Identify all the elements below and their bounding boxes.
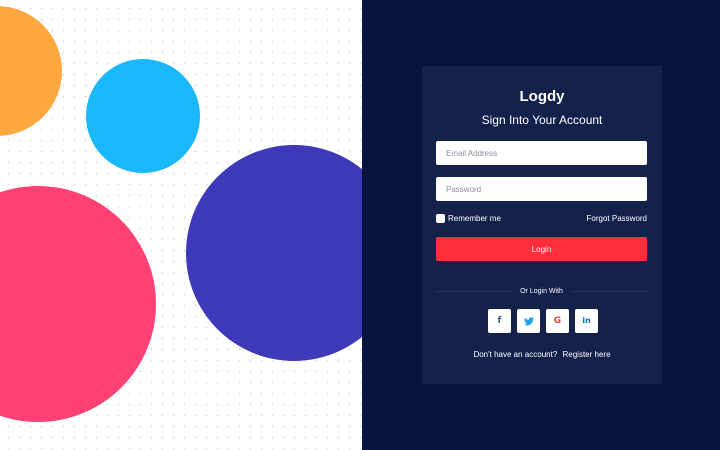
- register-prompt: Don't have an account?: [473, 350, 558, 359]
- divider-line-right: [571, 290, 648, 292]
- social-login-group: f G in: [488, 309, 598, 333]
- cyan-circle: [86, 59, 200, 173]
- register-row: Don't have an account? Register here: [422, 350, 662, 359]
- google-icon: G: [553, 315, 562, 326]
- email-field[interactable]: [436, 141, 647, 165]
- orange-circle: [0, 6, 62, 136]
- forgot-password-link[interactable]: Forgot Password: [587, 214, 647, 223]
- remember-me-label: Remember me: [448, 214, 501, 223]
- facebook-icon: f: [497, 315, 502, 326]
- divider-line-left: [436, 290, 512, 292]
- google-login-button[interactable]: G: [546, 309, 569, 333]
- twitter-icon: [523, 316, 534, 325]
- decorative-panel: [0, 0, 362, 450]
- remember-me-toggle[interactable]: Remember me: [436, 213, 501, 224]
- divider-text: Or Login With: [520, 287, 563, 295]
- password-field[interactable]: [436, 177, 647, 201]
- register-link[interactable]: Register here: [563, 350, 611, 359]
- facebook-login-button[interactable]: f: [488, 309, 511, 333]
- indigo-circle: [186, 145, 362, 361]
- brand-name: Logdy: [519, 88, 565, 105]
- remember-me-checkbox[interactable]: [436, 214, 445, 223]
- login-button[interactable]: Login: [436, 237, 647, 261]
- social-divider: Or Login With: [436, 286, 648, 296]
- page-title: Sign Into Your Account: [481, 113, 603, 127]
- linkedin-login-button[interactable]: in: [575, 309, 598, 333]
- twitter-login-button[interactable]: [517, 309, 540, 333]
- login-card: Logdy Sign Into Your Account Remember me…: [422, 66, 662, 384]
- login-panel: Logdy Sign Into Your Account Remember me…: [362, 0, 720, 450]
- pink-circle: [0, 186, 156, 422]
- linkedin-icon: in: [582, 316, 591, 325]
